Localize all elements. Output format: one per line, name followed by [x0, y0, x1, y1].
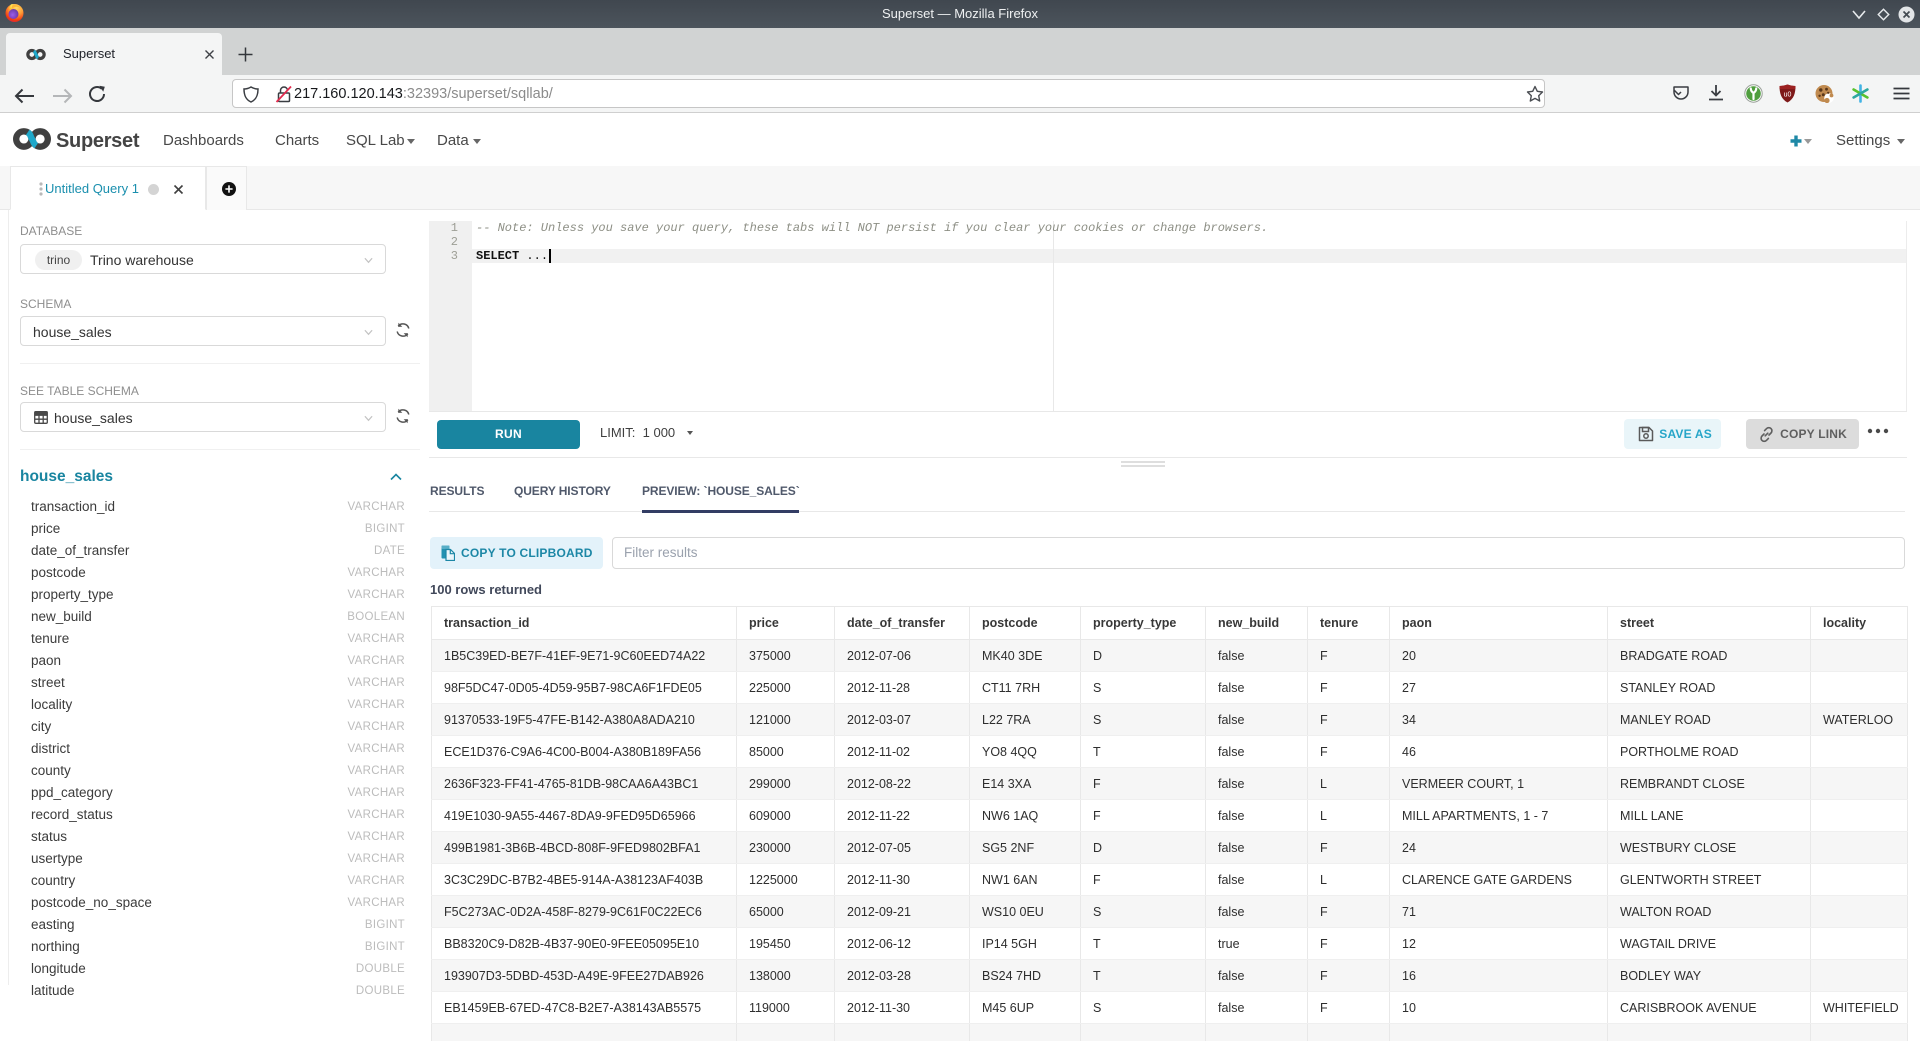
- svg-text:u0: u0: [1784, 92, 1792, 99]
